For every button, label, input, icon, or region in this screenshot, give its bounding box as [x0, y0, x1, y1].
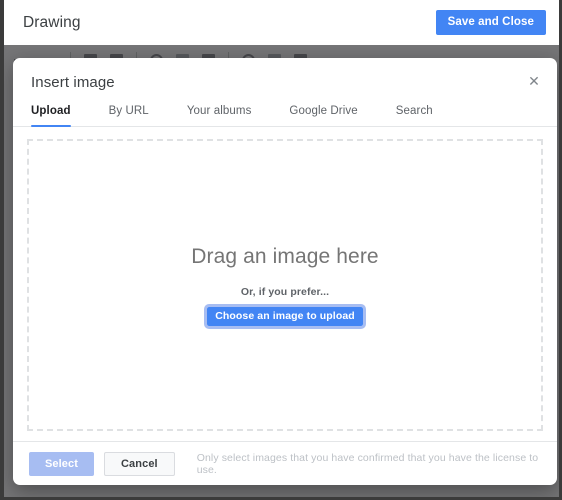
dialog-title: Insert image — [31, 74, 115, 91]
save-and-close-button[interactable]: Save and Close — [435, 10, 546, 35]
tab-search[interactable]: Search — [396, 105, 433, 126]
app-header: Drawing Save and Close — [4, 0, 559, 45]
dropzone-heading: Drag an image here — [191, 244, 379, 268]
dropzone-subtext: Or, if you prefer... — [240, 285, 330, 298]
insert-image-dialog: Insert image ✕ Upload By URL Your albums… — [13, 58, 557, 485]
dialog-tabs: Upload By URL Your albums Google Drive S… — [13, 105, 557, 127]
select-button[interactable]: Select — [29, 451, 95, 476]
drawing-window: Drawing Save and Close Insert image ✕ Up… — [0, 0, 562, 500]
dialog-header: Insert image ✕ — [13, 58, 557, 91]
tab-your-albums[interactable]: Your albums — [187, 105, 252, 126]
tab-google-drive[interactable]: Google Drive — [289, 105, 357, 126]
tab-upload[interactable]: Upload — [31, 105, 71, 127]
tab-by-url[interactable]: By URL — [109, 105, 149, 126]
dialog-body: Drag an image here Or, if you prefer... … — [13, 127, 557, 441]
choose-image-button[interactable]: Choose an image to upload — [204, 303, 366, 329]
license-note: Only select images that you have confirm… — [196, 451, 539, 476]
image-dropzone[interactable]: Drag an image here Or, if you prefer... … — [27, 139, 543, 431]
page-title: Drawing — [23, 13, 81, 31]
dialog-footer: Select Cancel Only select images that yo… — [13, 441, 557, 485]
cancel-button[interactable]: Cancel — [104, 451, 175, 476]
close-icon[interactable]: ✕ — [525, 72, 543, 90]
